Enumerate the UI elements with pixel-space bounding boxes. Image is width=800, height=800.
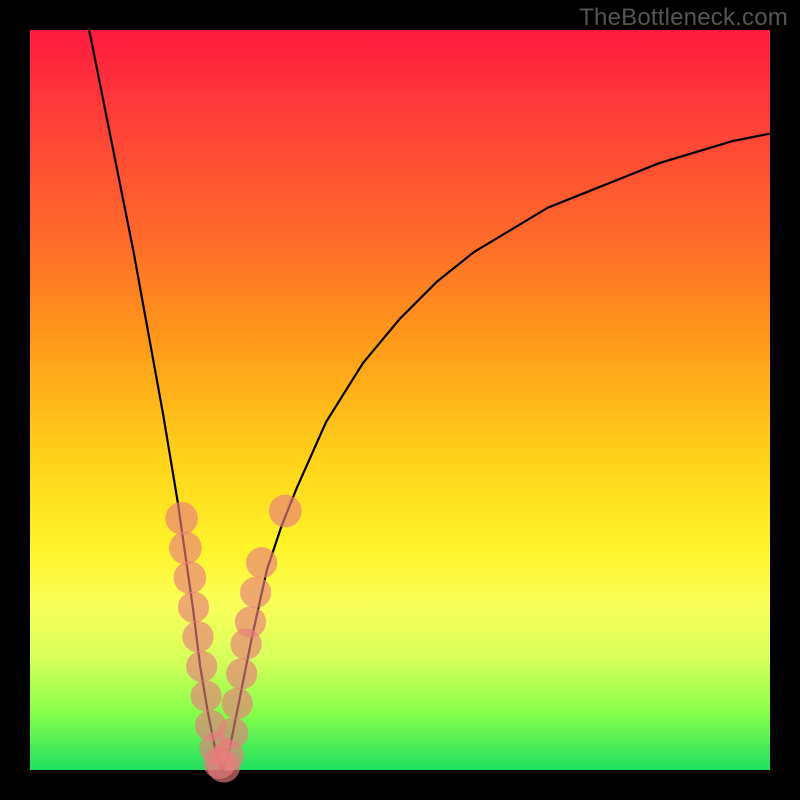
scatter-point [269,495,302,528]
chart-frame: TheBottleneck.com [0,0,800,800]
scatter-point [186,651,217,682]
scatter-point [235,606,266,637]
scatter-points [165,495,301,783]
curve-svg [30,30,770,770]
scatter-point [191,680,222,711]
scatter-point [217,717,248,748]
scatter-point [240,577,271,608]
scatter-point [222,688,253,719]
scatter-point [182,621,213,652]
scatter-point [169,532,202,565]
scatter-point [178,592,209,623]
watermark-text: TheBottleneck.com [579,4,788,32]
scatter-point [173,561,206,594]
scatter-point [165,502,198,535]
plot-area [30,30,770,770]
scatter-point [226,658,257,689]
scatter-point [246,547,277,578]
